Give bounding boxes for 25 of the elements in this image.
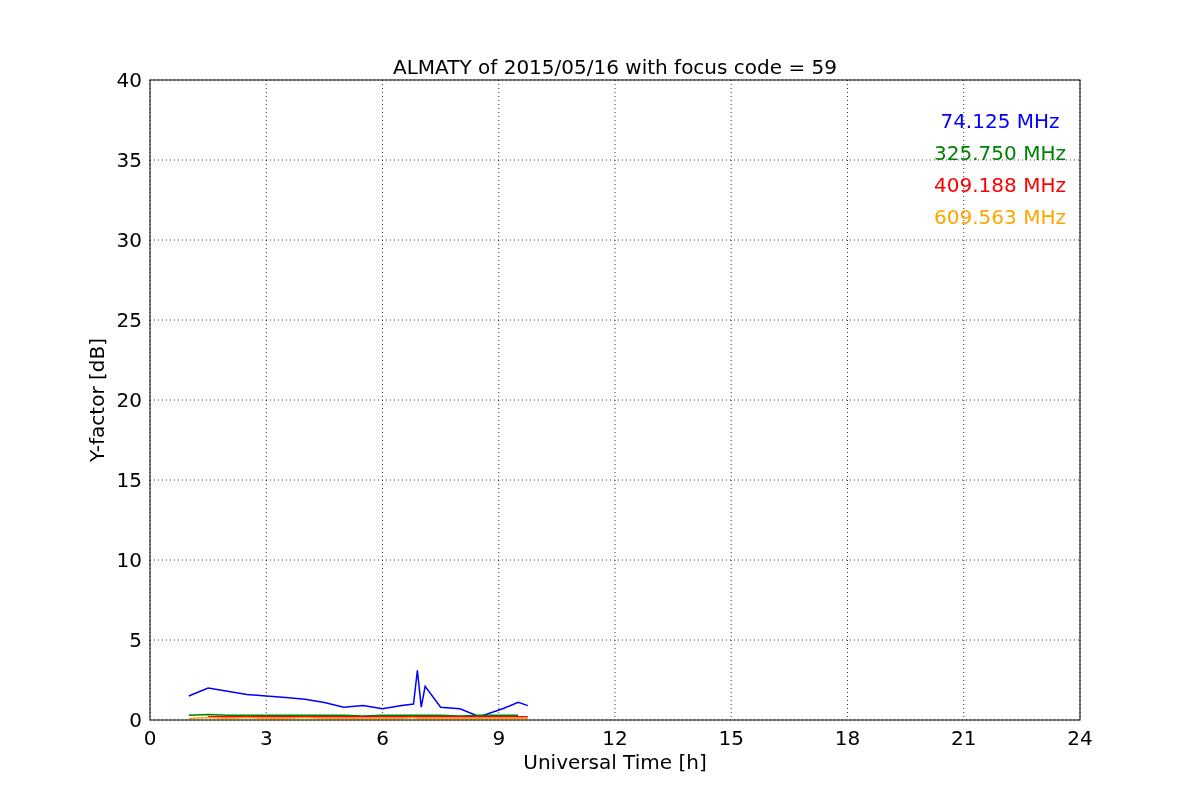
- legend-label: 409.188 MHz: [934, 173, 1066, 197]
- legend-label: 609.563 MHz: [934, 205, 1066, 229]
- x-tick-label: 3: [259, 726, 273, 750]
- y-axis-label: Y-factor [dB]: [85, 338, 109, 462]
- y-tick-label: 35: [116, 148, 142, 172]
- legend-label: 325.750 MHz: [934, 141, 1066, 165]
- y-tick-label: 25: [116, 308, 142, 332]
- x-tick-label: 0: [143, 726, 157, 750]
- chart-title: ALMATY of 2015/05/16 with focus code = 59: [393, 55, 837, 79]
- x-tick-label: 24: [1067, 726, 1093, 750]
- x-tick-label: 12: [602, 726, 628, 750]
- x-tick-label: 15: [718, 726, 744, 750]
- y-tick-label: 20: [116, 388, 142, 412]
- x-tick-label: 18: [834, 726, 861, 750]
- x-axis-label: Universal Time [h]: [523, 750, 707, 774]
- y-tick-label: 5: [129, 628, 142, 652]
- legend-label: 74.125 MHz: [940, 109, 1060, 133]
- y-tick-label: 40: [116, 68, 142, 92]
- y-tick-label: 30: [116, 228, 142, 252]
- x-tick-label: 6: [376, 726, 389, 750]
- y-tick-label: 15: [116, 468, 142, 492]
- x-tick-label: 21: [951, 726, 977, 750]
- x-tick-label: 9: [492, 726, 506, 750]
- y-tick-label: 10: [116, 548, 142, 572]
- y-tick-label: 0: [129, 708, 142, 732]
